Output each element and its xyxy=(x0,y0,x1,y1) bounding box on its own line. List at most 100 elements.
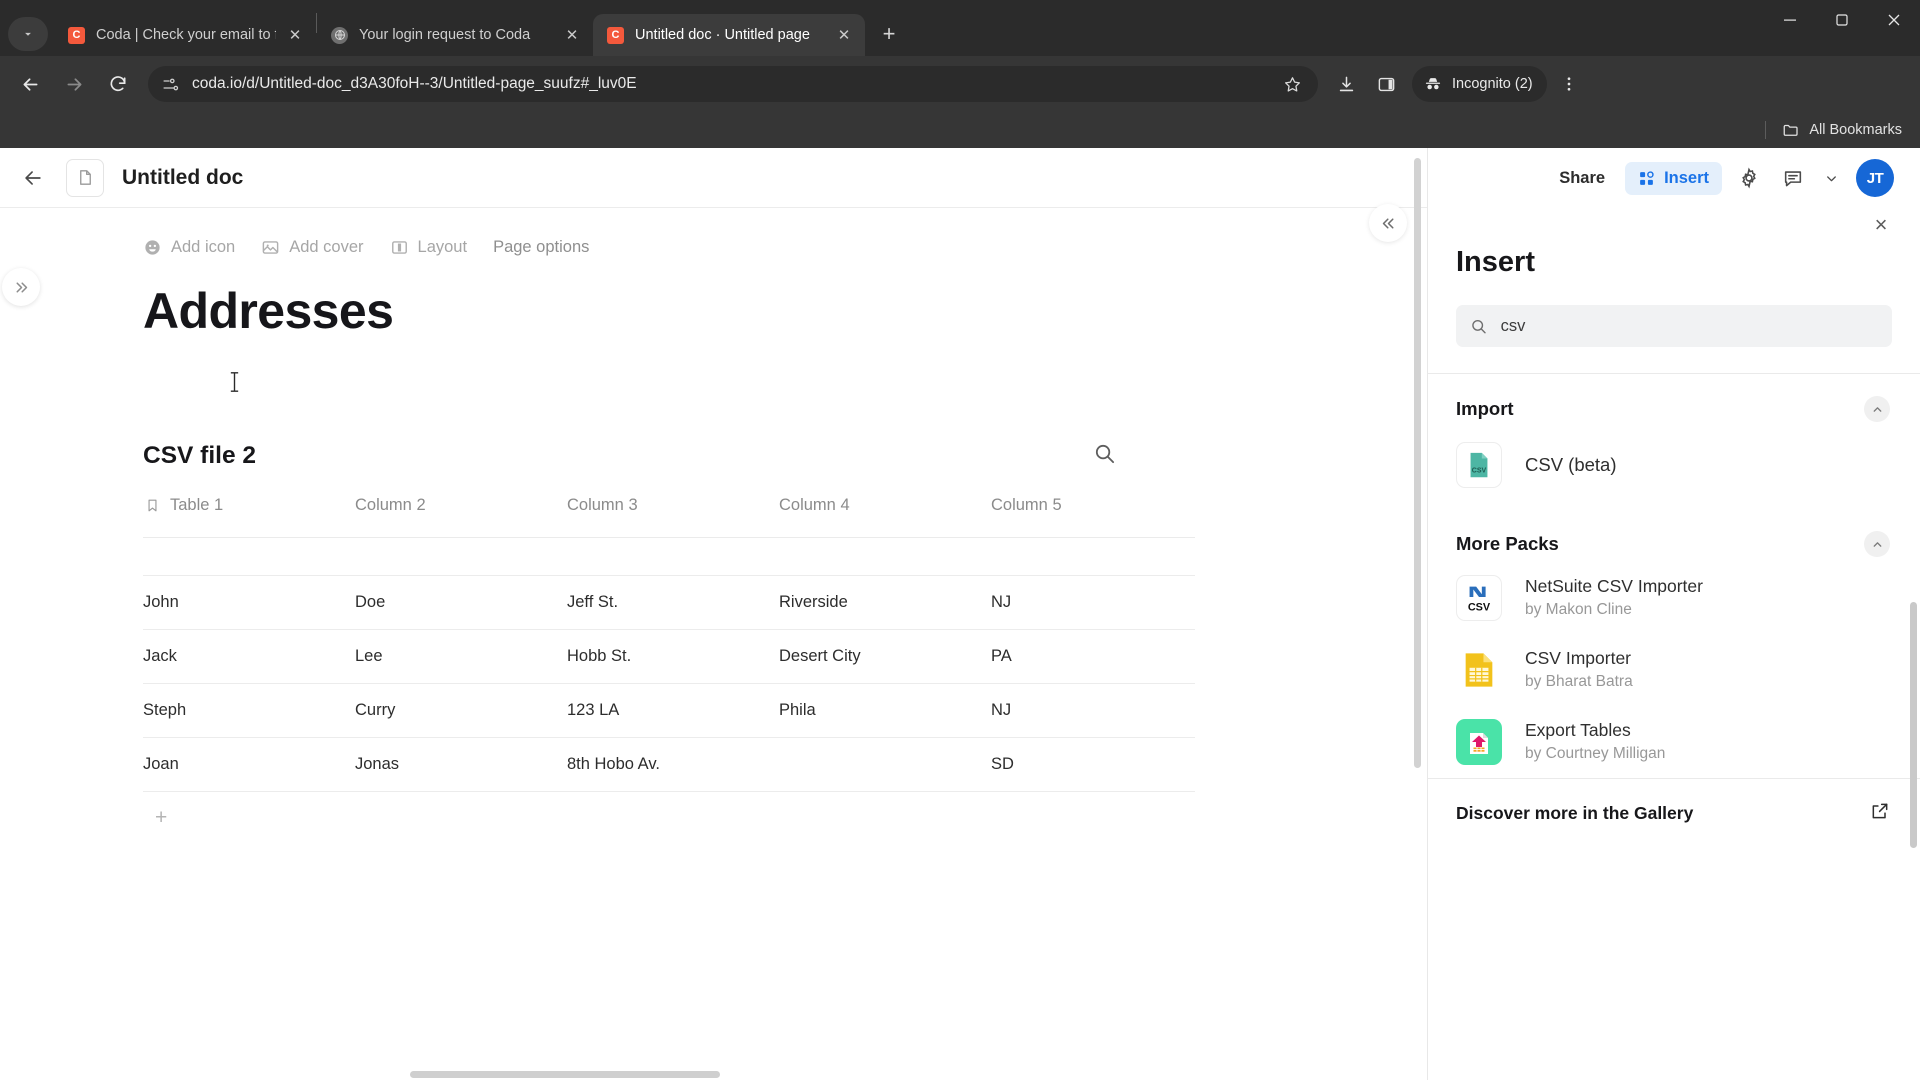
browser-tab[interactable]: C Coda | Check your email to fin ✕ xyxy=(54,14,316,56)
browser-tab[interactable]: Your login request to Coda ✕ xyxy=(317,14,593,56)
column-header-1[interactable]: Table 1 xyxy=(143,496,355,538)
user-avatar[interactable]: JT xyxy=(1856,159,1894,197)
add-cover-button[interactable]: Add cover xyxy=(261,238,364,257)
add-row-button[interactable]: + xyxy=(143,806,173,830)
table-cell[interactable]: Doe xyxy=(355,575,567,630)
tab-close-icon[interactable]: ✕ xyxy=(284,24,306,46)
coda-icon: C xyxy=(68,26,85,44)
table-cell[interactable]: NJ xyxy=(991,683,1195,738)
document-body: Add icon Add cover Layout Page options A… xyxy=(0,208,1427,830)
page-options-button[interactable]: Page options xyxy=(493,238,589,257)
table-cell[interactable]: Riverside xyxy=(779,575,991,630)
close-panel-button[interactable]: × xyxy=(1864,208,1898,242)
comments-button[interactable] xyxy=(1776,161,1810,195)
layout-button[interactable]: Layout xyxy=(390,238,467,257)
search-box[interactable] xyxy=(1456,305,1892,347)
incognito-indicator[interactable]: Incognito (2) xyxy=(1412,66,1547,102)
table-cell[interactable]: Curry xyxy=(355,683,567,738)
insert-item-csv[interactable]: CSV CSV (beta) xyxy=(1428,422,1920,501)
tab-title: Coda | Check your email to fin xyxy=(96,27,276,43)
minimize-button[interactable] xyxy=(1764,0,1816,40)
collapse-more-packs-button[interactable] xyxy=(1864,531,1890,557)
maximize-icon xyxy=(1836,14,1848,26)
insert-button-label: Insert xyxy=(1664,168,1709,187)
table-cell[interactable]: Jeff St. xyxy=(567,575,779,630)
section-title: Import xyxy=(1456,398,1514,419)
table-cell[interactable]: Phila xyxy=(779,683,991,738)
pack-item-csv-importer[interactable]: CSV Importer by Bharat Batra xyxy=(1428,634,1920,706)
table-cell[interactable]: 123 LA xyxy=(567,683,779,738)
folder-icon xyxy=(1783,124,1798,136)
collapse-import-button[interactable] xyxy=(1864,396,1890,422)
table-name[interactable]: CSV file 2 xyxy=(143,442,1203,470)
pack-item-text: NetSuite CSV Importer by Makon Cline xyxy=(1525,575,1703,620)
tab-close-icon[interactable]: ✕ xyxy=(561,24,583,46)
add-icon-button[interactable]: Add icon xyxy=(143,238,235,257)
new-tab-button[interactable]: + xyxy=(873,18,905,50)
collapse-panel-button[interactable] xyxy=(1369,204,1407,242)
doc-settings-button[interactable] xyxy=(1732,161,1766,195)
page-title[interactable]: Addresses xyxy=(143,284,1427,338)
search-icon xyxy=(1472,319,1486,333)
more-options-button[interactable] xyxy=(1820,161,1842,195)
chevron-double-left-icon xyxy=(1382,217,1394,229)
discover-gallery-link[interactable]: Discover more in the Gallery xyxy=(1428,779,1920,848)
column-header-5[interactable]: Column 5 xyxy=(991,496,1195,538)
table-cell[interactable]: Hobb St. xyxy=(567,629,779,684)
table-row[interactable]: Steph Curry 123 LA Phila NJ xyxy=(143,683,1195,738)
pack-author: by Courtney Milligan xyxy=(1525,744,1666,762)
all-bookmarks-button[interactable]: All Bookmarks xyxy=(1782,121,1902,139)
image-icon xyxy=(262,240,279,254)
gear-icon xyxy=(1742,167,1756,189)
tab-close-icon[interactable]: ✕ xyxy=(833,24,855,46)
browser-tab-active[interactable]: C Untitled doc · Untitled page ✕ xyxy=(593,14,865,56)
column-header-4[interactable]: Column 4 xyxy=(779,496,991,538)
table-row[interactable]: John Doe Jeff St. Riverside NJ xyxy=(143,575,1195,630)
table-row[interactable]: Jack Lee Hobb St. Desert City PA xyxy=(143,629,1195,684)
table-cell[interactable]: Lee xyxy=(355,629,567,684)
browser-toolbar: coda.io/d/Untitled-doc_d3A30foH--3/Untit… xyxy=(0,56,1920,112)
table-row[interactable]: Joan Jonas 8th Hobo Av. SD xyxy=(143,737,1195,792)
document-scrollbar[interactable] xyxy=(1414,158,1421,768)
maximize-button[interactable] xyxy=(1816,0,1868,40)
table-cell[interactable]: Jack xyxy=(143,629,355,684)
column-header-2[interactable]: Column 2 xyxy=(355,496,567,538)
column-header-3[interactable]: Column 3 xyxy=(567,496,779,538)
table-cell[interactable]: SD xyxy=(991,737,1195,792)
section-title: More Packs xyxy=(1456,533,1559,554)
table-search-button[interactable] xyxy=(1087,436,1121,470)
back-button[interactable] xyxy=(10,64,50,104)
document-title[interactable]: Untitled doc xyxy=(122,166,243,190)
table-cell[interactable]: Joan xyxy=(143,737,355,792)
table-cell[interactable]: 8th Hobo Av. xyxy=(567,737,779,792)
bookmark-star-icon[interactable] xyxy=(1278,70,1306,98)
doc-back-button[interactable] xyxy=(14,159,52,197)
site-settings-icon[interactable] xyxy=(162,76,179,93)
reload-button[interactable] xyxy=(98,64,138,104)
address-bar[interactable]: coda.io/d/Untitled-doc_d3A30foH--3/Untit… xyxy=(148,66,1318,102)
search-input[interactable] xyxy=(1500,316,1878,336)
pack-name: CSV Importer xyxy=(1525,648,1631,669)
downloads-button[interactable] xyxy=(1326,64,1366,104)
export-tables-icon xyxy=(1456,719,1502,765)
table-cell[interactable]: Steph xyxy=(143,683,355,738)
browser-menu-button[interactable] xyxy=(1549,64,1589,104)
share-button[interactable]: Share xyxy=(1549,163,1615,194)
doc-icon-button[interactable] xyxy=(66,158,104,197)
close-window-button[interactable] xyxy=(1868,0,1920,40)
panel-scrollbar[interactable] xyxy=(1910,602,1917,848)
table-cell[interactable]: PA xyxy=(991,629,1195,684)
forward-button[interactable] xyxy=(54,64,94,104)
table-cell[interactable]: Desert City xyxy=(779,629,991,684)
expand-sidebar-button[interactable] xyxy=(2,268,40,306)
pack-item-export-tables[interactable]: Export Tables by Courtney Milligan xyxy=(1428,706,1920,778)
horizontal-scrollbar[interactable] xyxy=(410,1071,720,1078)
tab-search-button[interactable] xyxy=(8,17,48,51)
table-cell[interactable]: John xyxy=(143,575,355,630)
insert-button[interactable]: Insert xyxy=(1625,161,1722,195)
table-cell[interactable]: Jonas xyxy=(355,737,567,792)
table-cell[interactable]: NJ xyxy=(991,575,1195,630)
pack-item-netsuite-csv-importer[interactable]: CSV NetSuite CSV Importer by Makon Cline xyxy=(1428,557,1920,634)
table-cell[interactable] xyxy=(779,737,991,792)
side-panel-button[interactable] xyxy=(1366,64,1406,104)
